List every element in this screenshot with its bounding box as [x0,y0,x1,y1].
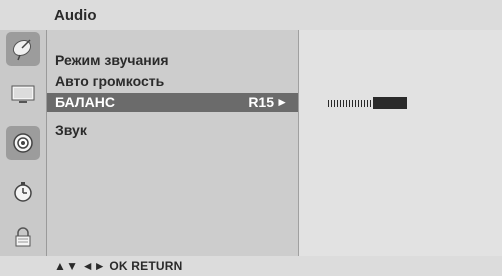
balance-tick [340,100,341,107]
balance-tick [352,100,353,107]
footer-bar: ▲▼ ◄► OK RETURN [0,256,502,276]
balance-tick [358,100,359,107]
audio-menu: Режим звучания Авто громкость БАЛАНС R15… [47,30,298,256]
balance-tick [370,100,371,107]
menu-item-balance[interactable]: БАЛАНС R15 ► [47,93,298,112]
balance-tick [328,100,329,107]
balance-panel [299,30,502,256]
balance-indicator [373,97,407,109]
balance-label: БАЛАНС [55,94,115,110]
lock-icon[interactable] [6,220,40,254]
balance-tick [349,100,350,107]
balance-tick [364,100,365,107]
balance-tick [355,100,356,107]
header-bar: Audio [0,0,502,30]
page-title: Audio [54,7,97,24]
tv-screen-icon[interactable] [6,77,40,111]
category-sidebar [0,30,47,256]
speaker-icon[interactable] [6,126,40,160]
navigation-hint: ▲▼ ◄► OK RETURN [54,259,183,273]
balance-tick [334,100,335,107]
balance-tick [346,100,347,107]
balance-value: R15 [248,94,274,110]
balance-tick [337,100,338,107]
satellite-dish-icon[interactable] [6,32,40,66]
balance-tick [367,100,368,107]
balance-tick [361,100,362,107]
arrow-right-icon: ► [276,95,288,109]
balance-tick [331,100,332,107]
menu-item-sound[interactable]: Звук [55,122,87,138]
menu-item-auto-volume[interactable]: Авто громкость [55,73,164,89]
balance-slider[interactable] [328,97,407,109]
clock-icon[interactable] [6,175,40,209]
balance-tick [343,100,344,107]
menu-item-sound-mode[interactable]: Режим звучания [55,52,169,68]
